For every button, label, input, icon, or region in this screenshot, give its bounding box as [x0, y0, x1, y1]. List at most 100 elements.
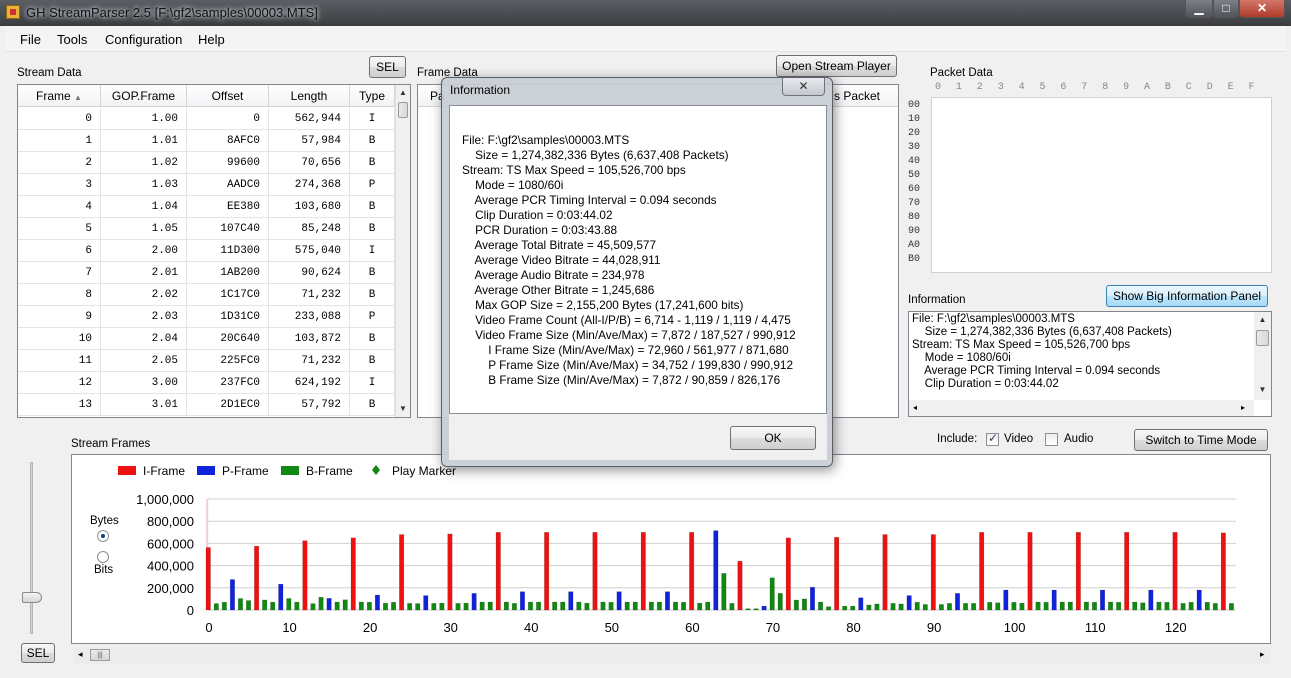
table-cell[interactable]: 2.05 [101, 350, 187, 372]
bytes-radio-label[interactable]: Bytes [90, 515, 119, 527]
table-cell[interactable]: 9 [18, 306, 101, 328]
table-cell[interactable]: 1AB200 [187, 262, 269, 284]
table-cell[interactable]: 2.01 [101, 262, 187, 284]
table-cell[interactable]: AADC0 [187, 174, 269, 196]
table-cell[interactable]: B [350, 350, 395, 372]
table-cell[interactable]: 6 [18, 240, 101, 262]
bytes-radio[interactable] [97, 530, 109, 542]
table-cell[interactable]: 3 [18, 174, 101, 196]
table-cell[interactable]: I [350, 372, 395, 394]
col-header-frame[interactable]: Frame ▲ [18, 85, 101, 107]
menu-tools[interactable]: Tools [57, 32, 87, 47]
table-cell[interactable]: 2.00 [101, 240, 187, 262]
table-cell[interactable]: 4 [18, 196, 101, 218]
table-cell[interactable]: 11 [18, 350, 101, 372]
table-cell[interactable]: 57,984 [269, 130, 350, 152]
table-cell[interactable]: 8AFC0 [187, 130, 269, 152]
table-cell[interactable]: 624,192 [269, 372, 350, 394]
scroll-thumb[interactable] [398, 102, 408, 118]
table-cell[interactable]: 233,088 [269, 306, 350, 328]
table-cell[interactable]: 1.00 [101, 108, 187, 130]
table-cell[interactable]: 2.03 [101, 306, 187, 328]
frame-data-col-packet[interactable]: s Packet [834, 89, 880, 103]
table-cell[interactable]: 71,232 [269, 284, 350, 306]
table-cell[interactable]: B [350, 130, 395, 152]
bits-radio-label[interactable]: Bits [94, 564, 113, 576]
menu-file[interactable]: File [20, 32, 41, 47]
close-button[interactable]: ✕ [1239, 0, 1285, 18]
table-cell[interactable]: 85,248 [269, 218, 350, 240]
table-cell[interactable]: 2.02 [101, 284, 187, 306]
table-cell[interactable]: 1D31C0 [187, 306, 269, 328]
scroll-right-arrow[interactable]: ▸ [1260, 649, 1265, 660]
table-cell[interactable]: 5 [18, 218, 101, 240]
show-big-information-panel-button[interactable]: Show Big Information Panel [1106, 285, 1268, 307]
info-scroll-left-arrow[interactable]: ◂ [913, 400, 917, 416]
chart-horizontal-scrollbar[interactable]: ◂ ||| ▸ [74, 647, 1271, 664]
table-cell[interactable]: 3.01 [101, 394, 187, 416]
table-cell[interactable]: 90,624 [269, 262, 350, 284]
col-header-offset[interactable]: Offset [187, 85, 269, 107]
table-cell[interactable]: I [350, 240, 395, 262]
table-cell[interactable]: 99600 [187, 152, 269, 174]
table-cell[interactable]: 71,232 [269, 350, 350, 372]
table-cell[interactable]: 2.04 [101, 328, 187, 350]
chart-scroll-thumb[interactable]: ||| [90, 649, 110, 661]
table-cell[interactable]: B [350, 218, 395, 240]
maximize-button[interactable]: □ [1213, 0, 1239, 18]
table-cell[interactable]: P [350, 174, 395, 196]
table-cell[interactable]: B [350, 284, 395, 306]
dialog-close-button[interactable]: ✕ [782, 78, 825, 96]
table-cell[interactable]: 103,872 [269, 328, 350, 350]
minimize-button[interactable]: ▁ [1185, 0, 1213, 18]
table-cell[interactable]: 107C40 [187, 218, 269, 240]
bits-radio[interactable] [97, 551, 109, 563]
table-cell[interactable]: 0 [187, 108, 269, 130]
table-cell[interactable]: 225FC0 [187, 350, 269, 372]
col-header-gop-frame[interactable]: GOP.Frame [101, 85, 187, 107]
table-cell[interactable]: B [350, 328, 395, 350]
dialog-ok-button[interactable]: OK [730, 426, 816, 450]
scroll-up-arrow[interactable]: ▲ [396, 85, 410, 101]
stream-data-sel-button[interactable]: SEL [369, 56, 406, 78]
col-header-type[interactable]: Type [350, 85, 395, 107]
table-cell[interactable]: 1.05 [101, 218, 187, 240]
audio-checkbox-label[interactable]: Audio [1064, 433, 1093, 445]
table-cell[interactable]: 1.02 [101, 152, 187, 174]
table-cell[interactable]: 10 [18, 328, 101, 350]
table-cell[interactable]: EE380 [187, 196, 269, 218]
table-cell[interactable]: 562,944 [269, 108, 350, 130]
table-cell[interactable]: 1.03 [101, 174, 187, 196]
table-cell[interactable]: 2 [18, 152, 101, 174]
table-cell[interactable]: 7 [18, 262, 101, 284]
stream-table-scrollbar[interactable]: ▲ ▼ [395, 85, 410, 417]
table-cell[interactable]: 13 [18, 394, 101, 416]
table-cell[interactable]: 11D300 [187, 240, 269, 262]
table-cell[interactable]: B [350, 152, 395, 174]
table-cell[interactable]: 1C17C0 [187, 284, 269, 306]
stream-frames-sel-button[interactable]: SEL [21, 643, 55, 663]
col-header-length[interactable]: Length [269, 85, 350, 107]
table-cell[interactable]: I [350, 108, 395, 130]
info-scrollbar-v[interactable]: ▲ ▼ [1254, 312, 1271, 400]
table-cell[interactable]: 3.00 [101, 372, 187, 394]
table-cell[interactable]: B [350, 262, 395, 284]
table-cell[interactable]: 274,368 [269, 174, 350, 196]
switch-to-time-mode-button[interactable]: Switch to Time Mode [1134, 429, 1268, 451]
table-cell[interactable]: 12 [18, 372, 101, 394]
scroll-left-arrow[interactable]: ◂ [78, 649, 83, 660]
table-cell[interactable]: 70,656 [269, 152, 350, 174]
menu-help[interactable]: Help [198, 32, 225, 47]
table-cell[interactable]: 57,792 [269, 394, 350, 416]
scroll-down-arrow[interactable]: ▼ [396, 401, 410, 417]
audio-checkbox[interactable] [1045, 433, 1058, 446]
table-cell[interactable]: 575,040 [269, 240, 350, 262]
zoom-slider-track[interactable] [30, 462, 33, 634]
stream-data-table[interactable]: Frame ▲ GOP.Frame Offset Length Type 0 1.… [17, 84, 411, 418]
table-cell[interactable]: 103,680 [269, 196, 350, 218]
info-scrollbar-h[interactable]: ◂ ▸ [909, 400, 1254, 416]
table-cell[interactable]: 237FC0 [187, 372, 269, 394]
stream-frames-chart[interactable]: 1,000,000 800,000 600,000 400,000 200,000 0 0 1… [71, 454, 1271, 644]
menu-configuration[interactable]: Configuration [105, 32, 182, 47]
table-cell[interactable]: B [350, 196, 395, 218]
